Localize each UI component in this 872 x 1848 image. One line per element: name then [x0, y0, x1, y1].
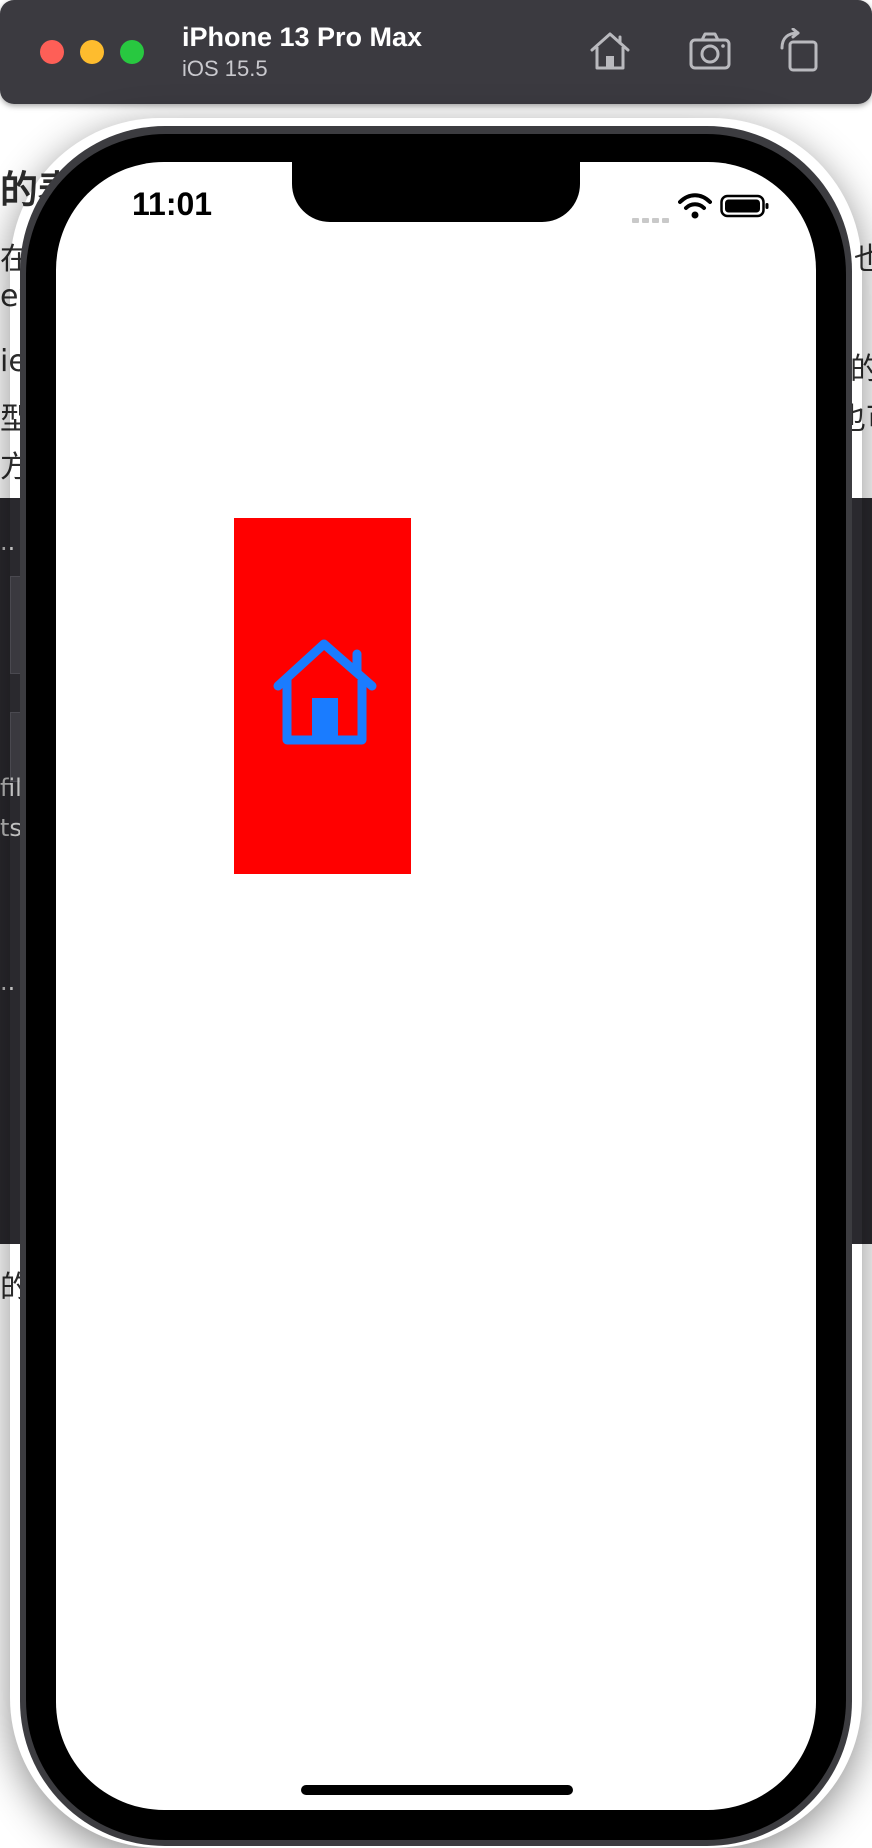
home-icon: [590, 32, 630, 70]
status-time: 11:01: [132, 186, 213, 222]
device-os-version: iOS 15.5: [182, 56, 268, 81]
home-button[interactable]: [586, 28, 634, 74]
battery-icon: [720, 194, 769, 218]
screenshot-button[interactable]: [686, 28, 734, 74]
simulator-title-bar: iPhone 13 Pro Max iOS 15.5: [0, 0, 872, 104]
device-name: iPhone 13 Pro Max: [182, 22, 423, 52]
red-container: [234, 518, 411, 874]
close-window-button[interactable]: [40, 40, 64, 64]
cellular-signal-icon: [632, 210, 672, 223]
notch: [292, 162, 580, 222]
home-indicator[interactable]: [301, 1785, 573, 1795]
minimize-window-button[interactable]: [80, 40, 104, 64]
rotate-icon: [780, 27, 818, 72]
rotate-button[interactable]: [776, 27, 824, 74]
house-icon[interactable]: [272, 636, 380, 748]
device-screen[interactable]: 11:01: [56, 162, 816, 1810]
screenshot-icon: [689, 32, 731, 70]
zoom-window-button[interactable]: [120, 40, 144, 64]
wifi-icon: [678, 193, 712, 219]
